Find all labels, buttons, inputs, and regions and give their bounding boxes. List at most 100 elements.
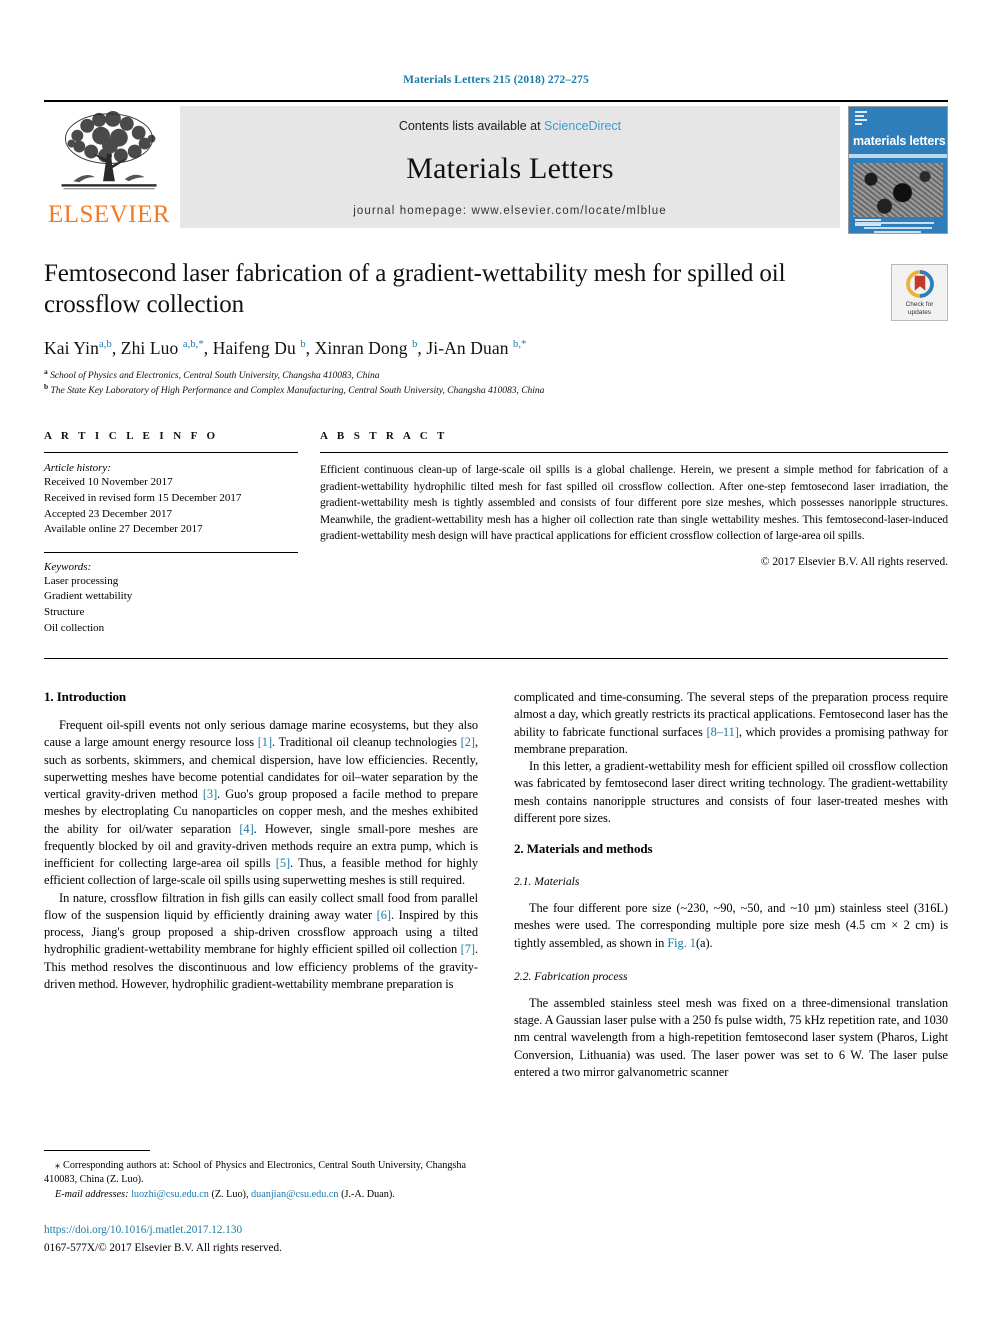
right-paragraph-2: In this letter, a gradient-wettability m… [514,759,948,825]
email-note: E-mail addresses: luozhi@csu.edu.cn (Z. … [44,1188,466,1202]
sciencedirect-link[interactable]: ScienceDirect [544,119,621,133]
history-received: Received 10 November 2017 [44,476,173,489]
figure-ref-1[interactable]: Fig. 1 [667,936,696,950]
article-info-column: A R T I C L E I N F O Article history: R… [44,430,320,636]
intro-paragraph-1: Frequent oil-spill events not only serio… [44,717,478,889]
corresponding-mark: * [521,339,527,351]
m-part-a: The four different pore size (~230, ~90,… [514,901,948,950]
page-title: Femtosecond laser fabrication of a gradi… [44,260,786,318]
body-column-left: 1. Introduction Frequent oil-spill event… [44,689,478,1081]
cover-publisher-icon [855,111,867,127]
keywords-rule [44,551,298,553]
affil-label-a: a [44,367,48,376]
issn-copyright-line: 0167-577X/© 2017 Elsevier B.V. All right… [44,1242,282,1255]
history-online: Available online 27 December 2017 [44,523,203,536]
affiliation-a-text: School of Physics and Electronics, Centr… [50,370,380,382]
journal-title: Materials Letters [406,152,614,185]
crossmark-label: Check for updates [906,301,934,316]
heading-materials-and-methods: 2. Materials and methods [514,841,653,857]
email-label: E-mail addresses: [55,1188,129,1200]
abstract-copyright: © 2017 Elsevier B.V. All rights reserved… [760,556,948,569]
crossmark-icon [905,270,934,298]
affiliation-b-text: The State Key Laboratory of High Perform… [50,385,545,397]
footnote-block: ⁎ Corresponding authors at: School of Ph… [44,1150,466,1256]
keyword-item: Oil collection [44,621,105,634]
info-abstract-row: A R T I C L E I N F O Article history: R… [44,430,948,636]
doi-block: https://doi.org/10.1016/j.matlet.2017.12… [44,1223,466,1256]
cover-title: materials letters [853,134,946,148]
citation-ref-4[interactable]: [4] [239,822,253,836]
footnote-rule [44,1150,150,1151]
keyword-item: Structure [44,606,85,619]
article-info-rule [44,452,298,454]
email-link-2[interactable]: duanjian@csu.edu.cn [251,1189,338,1200]
citation-ref-2[interactable]: [2] [461,735,475,749]
author-affil-mark: b, [513,339,522,351]
cover-divider [849,154,947,158]
heading-fabrication-process: 2.2. Fabrication process [514,969,628,983]
article-info-heading: A R T I C L E I N F O [44,430,219,443]
cover-top-bar [849,107,947,133]
article-history-label: Article history: [44,462,111,475]
author-affil-mark: a,b, [182,339,199,351]
affiliation-b: b The State Key Laboratory of High Perfo… [44,382,948,396]
elsevier-tree-icon [61,110,157,190]
heading-materials: 2.1. Materials [514,875,580,889]
paper-page: Materials Letters 215 (2018) 272–275 ELS… [0,0,992,1323]
cover-micrograph-image [853,163,943,217]
citation-ref-8-11[interactable]: [8–11] [707,725,739,739]
body-column-right: complicated and time-consuming. The seve… [514,689,948,1081]
keywords-label: Keywords: [44,560,92,573]
citation-ref-1[interactable]: [1] [258,735,272,749]
elsevier-logo: ELSEVIER [44,106,174,228]
author-affil-mark: b [412,339,418,351]
cover-footer-mark [855,219,881,229]
intro-paragraph-2: In nature, crossflow filtration in fish … [44,890,478,993]
crossmark-line2: updates [907,308,932,316]
heading-introduction: 1. Introduction [44,689,127,705]
fabrication-paragraph: The assembled stainless steel mesh was f… [514,995,948,1079]
affil-label-b: b [44,382,49,392]
author-list: Kai Yina,b, Zhi Luo a,b,*, Haifeng Du b,… [44,338,527,358]
affiliations: a School of Physics and Electronics, Cen… [44,367,948,396]
doi-link[interactable]: https://doi.org/10.1016/j.matlet.2017.12… [44,1223,466,1238]
citation-ref-7[interactable]: [7] [461,942,475,956]
citation-ref-5[interactable]: [5] [276,856,290,870]
abstract-column: A B S T R A C T Efficient continuous cle… [320,430,948,636]
author-affil-mark: a,b [98,339,112,351]
history-revised: Received in revised form 15 December 201… [44,491,242,504]
abstract-heading: A B S T R A C T [320,430,448,443]
email-1-author: (Z. Luo), [211,1188,249,1200]
author-affil-mark: b [300,339,306,351]
email-link-1[interactable]: luozhi@csu.edu.cn [131,1189,209,1200]
body-columns: 1. Introduction Frequent oil-spill event… [44,689,948,1081]
journal-masthead: ELSEVIER Contents lists available at Sci… [44,100,948,234]
journal-homepage-link[interactable]: journal homepage: www.elsevier.com/locat… [353,205,667,217]
email-2-author: (J.-A. Duan). [341,1188,395,1200]
contents-prefix: Contents lists available at [398,119,545,133]
keyword-item: Gradient wettability [44,590,133,603]
materials-paragraph: The four different pore size (~230, ~90,… [514,900,948,952]
title-block: Femtosecond laser fabrication of a gradi… [44,258,948,396]
corresponding-author-note: ⁎ Corresponding authors at: School of Ph… [44,1160,467,1186]
keyword-item: Laser processing [44,574,119,587]
citation-ref-3[interactable]: [3] [203,787,217,801]
citation-ref-6[interactable]: [6] [377,908,391,922]
corresponding-author-text: Corresponding authors at: School of Phys… [44,1160,467,1186]
right-paragraph-1: complicated and time-consuming. The seve… [514,689,948,758]
section-separator-rule [44,658,948,660]
crossmark-badge[interactable]: Check for updates [891,264,948,321]
abstract-text: Efficient continuous clean-up of large-s… [320,464,948,543]
elsevier-wordmark: ELSEVIER [47,201,171,228]
contents-list-line: Contents lists available at ScienceDirec… [399,119,621,133]
crossmark-line1: Check for [905,301,934,309]
m-part-b: (a). [695,935,713,950]
abstract-rule [320,452,948,454]
p1-part-b: . Traditional oil cleanup technologies [272,735,461,750]
journal-banner: Contents lists available at ScienceDirec… [180,106,840,228]
running-head: Materials Letters 215 (2018) 272–275 [403,74,589,86]
journal-cover-thumbnail: materials letters [848,106,948,234]
affiliation-a: a School of Physics and Electronics, Cen… [44,367,948,381]
history-accepted: Accepted 23 December 2017 [44,507,172,520]
